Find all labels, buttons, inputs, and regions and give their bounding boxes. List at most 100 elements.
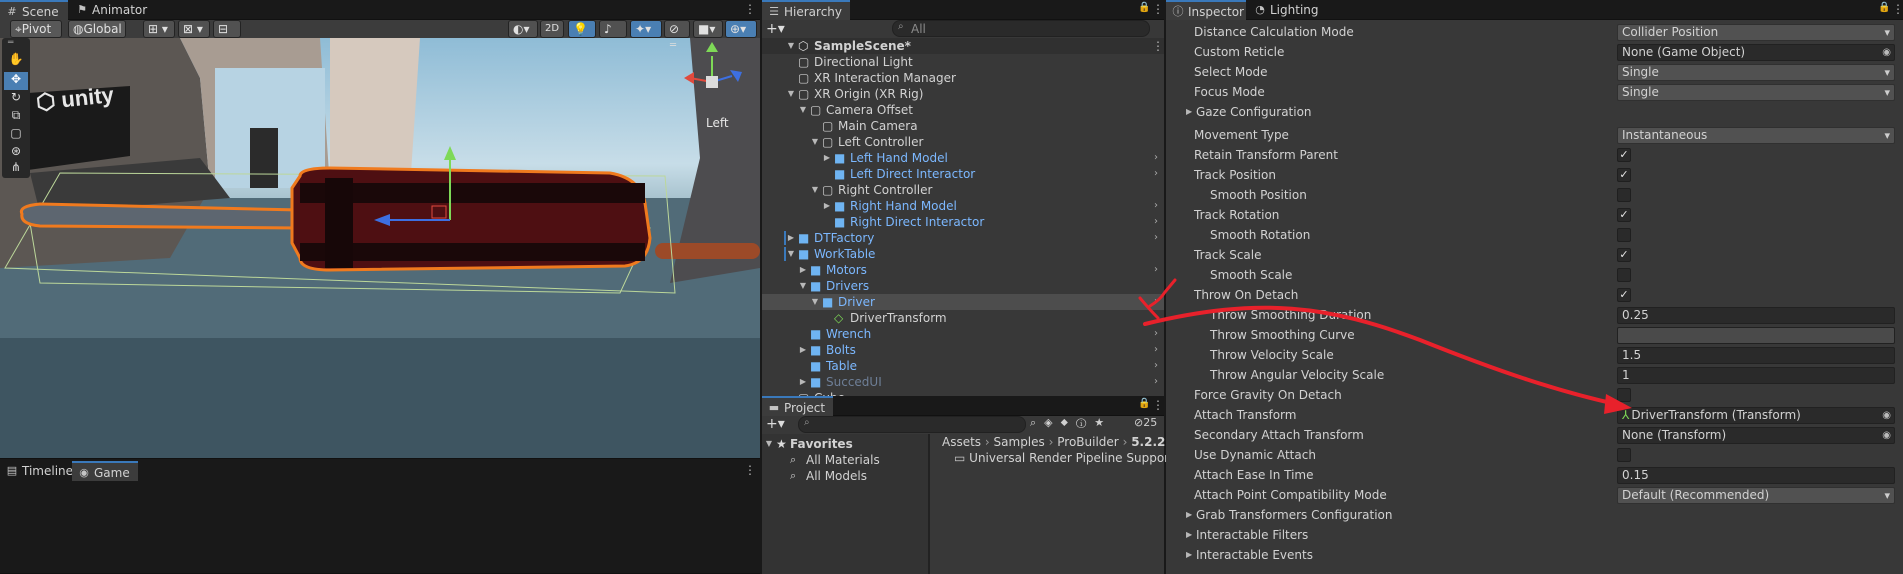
- expand-arrow-icon[interactable]: ▶: [822, 150, 832, 166]
- expand-arrow-icon[interactable]: ▶: [798, 262, 808, 278]
- star-icon[interactable]: ★: [1094, 416, 1112, 429]
- hierarchy-item[interactable]: ▼ ■ Drivers: [762, 278, 1164, 294]
- rect-tool-icon[interactable]: ▢: [4, 126, 28, 144]
- checkbox[interactable]: [1617, 228, 1631, 242]
- prefab-open-arrow-icon[interactable]: ›: [1154, 294, 1158, 310]
- expand-arrow-icon[interactable]: ▶: [798, 342, 808, 358]
- expand-arrow-icon[interactable]: ▼: [810, 134, 820, 150]
- align-button[interactable]: ⊟ ▾: [213, 20, 241, 52]
- hierarchy-item[interactable]: ▢ Directional Light: [762, 54, 1164, 70]
- create-button[interactable]: +▾: [766, 21, 785, 37]
- expand-arrow-icon[interactable]: ▼: [786, 38, 796, 54]
- more-options-icon[interactable]: ⋮: [1152, 398, 1164, 412]
- favorite-item[interactable]: ⌕ All Materials: [762, 452, 928, 468]
- dropdown-field[interactable]: Single: [1617, 64, 1895, 81]
- checkbox[interactable]: [1617, 448, 1631, 462]
- expand-arrow-icon[interactable]: ▼: [810, 182, 820, 198]
- more-options-icon[interactable]: ⋮: [1892, 2, 1903, 16]
- checkbox[interactable]: [1617, 388, 1631, 402]
- draw-mode-button[interactable]: ◐▾: [508, 20, 538, 38]
- label-icon[interactable]: ⬥: [1061, 416, 1076, 429]
- value-field[interactable]: 0.15: [1617, 467, 1895, 484]
- grid-snap-button[interactable]: ⊞ ▾: [143, 20, 175, 38]
- prefab-open-arrow-icon[interactable]: ›: [1154, 166, 1158, 182]
- inspector-field[interactable]: ▶ Grab Transformers Configuration: [1166, 505, 1903, 525]
- hierarchy-item[interactable]: ▼ ▢ XR Origin (XR Rig): [762, 86, 1164, 102]
- expand-arrow-icon[interactable]: ▶: [786, 230, 796, 246]
- foldout-arrow-icon[interactable]: ▶: [1186, 505, 1192, 525]
- hand-tool-icon[interactable]: ✋: [4, 52, 28, 70]
- prefab-open-arrow-icon[interactable]: ›: [1154, 230, 1158, 246]
- expand-arrow-icon[interactable]: ▼: [798, 102, 808, 118]
- checkbox[interactable]: [1617, 188, 1631, 202]
- checkbox[interactable]: ✓: [1617, 168, 1631, 182]
- hierarchy-item[interactable]: ■ Wrench ›: [762, 326, 1164, 342]
- hierarchy-item[interactable]: ◇ DriverTransform: [762, 310, 1164, 326]
- prefab-open-arrow-icon[interactable]: ›: [1154, 374, 1158, 390]
- object-field[interactable]: None (Transform): [1617, 427, 1895, 444]
- gizmos-dropdown[interactable]: ⊕▾: [725, 20, 757, 38]
- expand-arrow-icon[interactable]: ▼: [798, 278, 808, 294]
- hierarchy-item[interactable]: ▢ XR Interaction Manager: [762, 70, 1164, 86]
- expand-arrow-icon[interactable]: ▼: [764, 436, 774, 452]
- value-field[interactable]: 1.5: [1617, 347, 1895, 364]
- hierarchy-item[interactable]: ▼ ▢ Left Controller: [762, 134, 1164, 150]
- value-field[interactable]: 0.25: [1617, 307, 1895, 324]
- checkbox[interactable]: [1617, 268, 1631, 282]
- scene-root-row[interactable]: ▼ ⬡ SampleScene* ⋮: [762, 38, 1164, 54]
- expand-arrow-icon[interactable]: ▶: [798, 374, 808, 390]
- filter-icon[interactable]: ◈: [1044, 416, 1060, 429]
- prefab-open-arrow-icon[interactable]: ›: [1154, 326, 1158, 342]
- move-tool-icon[interactable]: ✥: [4, 72, 28, 90]
- foldout-arrow-icon[interactable]: ▶: [1186, 545, 1192, 565]
- curve-field[interactable]: [1617, 327, 1895, 344]
- expand-arrow-icon[interactable]: ▼: [810, 294, 820, 310]
- scene-visibility-toggle[interactable]: ⊘: [664, 20, 690, 38]
- inspector-field[interactable]: ▶ Gaze Configuration: [1166, 102, 1903, 122]
- tab-scene[interactable]: # Scene: [0, 0, 68, 20]
- tab-project[interactable]: ▬ Project: [762, 396, 834, 416]
- value-field[interactable]: 1: [1617, 367, 1895, 384]
- foldout-arrow-icon[interactable]: ▶: [1186, 525, 1192, 545]
- inspector-field[interactable]: ▶ Interactable Events: [1166, 545, 1903, 565]
- hierarchy-item[interactable]: ▶ ■ SuccedUI ›: [762, 374, 1164, 390]
- project-splitter[interactable]: [928, 434, 930, 574]
- project-create-button[interactable]: +▾: [766, 416, 785, 432]
- scene-menu-icon[interactable]: ⋮: [1152, 38, 1164, 54]
- more-options-icon[interactable]: ⋮: [1152, 2, 1164, 16]
- hierarchy-item[interactable]: ▶ ■ Left Hand Model ›: [762, 150, 1164, 166]
- expand-arrow-icon[interactable]: ▼: [786, 86, 796, 102]
- hierarchy-item[interactable]: ▶ ■ Right Hand Model ›: [762, 198, 1164, 214]
- lock-icon[interactable]: 🔒: [1138, 398, 1150, 409]
- lighting-toggle[interactable]: 💡: [568, 20, 596, 38]
- prefab-open-arrow-icon[interactable]: ›: [1154, 150, 1158, 166]
- hierarchy-item[interactable]: ■ Table ›: [762, 358, 1164, 374]
- checkbox[interactable]: ✓: [1617, 288, 1631, 302]
- more-options-icon[interactable]: ⋮: [744, 2, 756, 16]
- foldout-arrow-icon[interactable]: ▶: [1186, 102, 1192, 122]
- folder-item[interactable]: ▭ Universal Render Pipeline Support: [954, 450, 1174, 466]
- hierarchy-item[interactable]: ▢ Main Camera: [762, 118, 1164, 134]
- hierarchy-item[interactable]: ■ Right Direct Interactor ›: [762, 214, 1164, 230]
- object-field[interactable]: None (Game Object): [1617, 44, 1895, 61]
- snap-increment-button[interactable]: ⊠ ▾: [178, 20, 210, 38]
- hierarchy-item[interactable]: ▶ ■ Bolts ›: [762, 342, 1164, 358]
- hierarchy-item[interactable]: ▼ ■ WorkTable: [762, 246, 1164, 262]
- more-options-icon[interactable]: ⋮: [744, 463, 756, 477]
- dropdown-field[interactable]: Collider Position: [1617, 24, 1895, 41]
- breadcrumb-item[interactable]: 5.2.2: [1131, 435, 1165, 449]
- prefab-open-arrow-icon[interactable]: ›: [1154, 198, 1158, 214]
- scale-tool-icon[interactable]: ⧉: [4, 108, 28, 126]
- hierarchy-item[interactable]: ▶ ■ DTFactory ›: [762, 230, 1164, 246]
- hierarchy-item[interactable]: ▶ ■ Motors ›: [762, 262, 1164, 278]
- info-icon[interactable]: ⓘ: [1076, 416, 1094, 429]
- tab-animator[interactable]: ⚑ Animator: [70, 0, 155, 20]
- checkbox[interactable]: ✓: [1617, 148, 1631, 162]
- effects-toggle[interactable]: ✦▾: [630, 20, 662, 38]
- hierarchy-search[interactable]: ⌕ All: [892, 20, 1150, 37]
- prefab-open-arrow-icon[interactable]: ›: [1154, 342, 1158, 358]
- search-type-icon[interactable]: ⌕: [1030, 416, 1044, 429]
- breadcrumb-item[interactable]: Samples: [994, 435, 1045, 449]
- hidden-packages-count[interactable]: ⊘25: [1134, 416, 1157, 429]
- tab-game[interactable]: ◉ Game: [72, 461, 138, 481]
